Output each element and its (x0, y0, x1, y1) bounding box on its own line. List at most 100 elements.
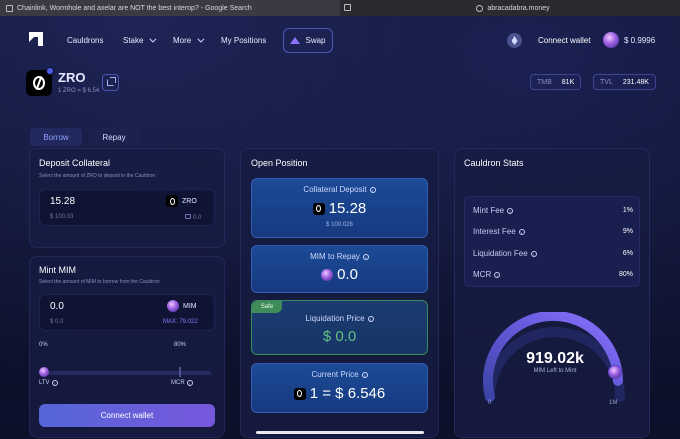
swap-button[interactable]: Swap (283, 28, 333, 53)
info-icon[interactable]: i (362, 253, 369, 260)
balance-value: 0.0 (193, 215, 202, 221)
token-symbol: ZRO (182, 197, 197, 205)
tmb-pill: TMB 81K (530, 74, 582, 90)
stat-label: Interest Fee (473, 227, 516, 236)
connect-wallet-button[interactable]: Connect wallet (39, 404, 215, 427)
chevron-down-icon (197, 35, 205, 43)
stat-row-mcr: MCR i 80% (473, 270, 633, 279)
ltv-slider-handle[interactable] (39, 367, 49, 377)
tab-borrow[interactable]: Borrow (30, 128, 82, 146)
token-symbol: MIM (183, 302, 197, 310)
stats-table: Mint Fee i 1% Interest Fee i 9% Liquidation … (464, 196, 640, 287)
nav-stake[interactable]: Stake (123, 35, 157, 45)
token-rate: 1 ZRO = $ 6.54 (58, 88, 100, 94)
browser-tab-abracadabra[interactable]: abracadabra.money (340, 0, 680, 16)
nav-more[interactable]: More (173, 35, 205, 45)
tmb-label: TMB (537, 78, 552, 86)
max-button[interactable]: MAX: 79.022 (163, 319, 198, 325)
page-icon (344, 4, 351, 11)
current-price-value: 1 = $ 6.546 (252, 385, 427, 402)
value-text: 0.0 (337, 266, 358, 283)
deposit-token-chip: ZRO (166, 195, 197, 207)
app: Cauldrons Stake More My Positions Swap C… (0, 16, 680, 439)
wallet-icon (185, 214, 191, 219)
info-icon[interactable]: i (369, 186, 376, 193)
current-price-label: Current Price i (252, 370, 427, 379)
zro-token-icon (166, 195, 178, 207)
safe-badge: Safe (252, 301, 282, 313)
nav-my-positions[interactable]: My Positions (221, 36, 266, 45)
stat-value: 80% (618, 271, 633, 278)
abracadabra-logo-icon[interactable] (27, 30, 45, 48)
mint-amount-input[interactable]: 0.0 (50, 301, 64, 312)
mim-token-icon (603, 32, 619, 48)
deposit-wallet-balance: 0.0 (185, 214, 201, 221)
browser-tab-title: abracadabra.money (487, 4, 550, 12)
nav-label: More (173, 36, 192, 45)
deposit-usd-value: $ 100.03 (50, 214, 74, 220)
info-icon[interactable]: i (51, 380, 58, 386)
info-icon[interactable]: i (507, 207, 514, 214)
mim-price: $ 0.9996 (624, 36, 656, 45)
current-price-card: Current Price i 1 = $ 6.546 (251, 363, 428, 413)
info-icon[interactable]: i (518, 228, 525, 235)
deposit-amount-input[interactable]: 15.28 (50, 196, 75, 207)
ethereum-network-icon[interactable] (507, 33, 522, 48)
deposit-subtitle: Select the amount of ZRO to deposit in t… (39, 173, 156, 179)
ltv-label: LTV i (39, 380, 58, 386)
browser-tab-strip: Chainlink, Wormhole and axelar are NOT t… (0, 0, 680, 16)
stat-label: Mint Fee (473, 206, 505, 215)
ltv-slider-track[interactable] (41, 371, 211, 375)
cauldron-stats-title: Cauldron Stats (464, 158, 524, 168)
home-indicator (256, 431, 424, 434)
mim-repay-label: MIM to Repay i (252, 252, 427, 261)
label-text: Current Price (311, 370, 359, 379)
info-icon[interactable]: i (494, 271, 501, 278)
nav-label: My Positions (221, 36, 267, 45)
swap-icon (290, 37, 301, 44)
label-text: Collateral Deposit (303, 185, 367, 194)
stat-row-liquidation-fee: Liquidation Fee i 6% (473, 249, 633, 258)
stat-value: 1% (622, 207, 633, 214)
mcr-marker (179, 367, 181, 377)
browser-tab-title: Chainlink, Wormhole and axelar are NOT t… (17, 4, 252, 12)
gauge-value: 919.02k (526, 350, 584, 367)
value-text: 1 = $ 6.546 (309, 385, 386, 402)
mint-usd-value: $ 0.0 (50, 319, 64, 325)
stat-label: Liquidation Fee (473, 249, 528, 258)
label-text: MIM to Repay (310, 252, 360, 261)
info-icon[interactable]: i (367, 315, 374, 322)
info-icon[interactable]: i (530, 250, 537, 257)
mim-token-icon (167, 300, 179, 312)
network-badge-icon (46, 67, 54, 75)
mint-title: Mint MIM (39, 265, 76, 275)
chevron-down-icon (149, 35, 157, 43)
mim-to-repay-card: MIM to Repay i 0.0 (251, 245, 428, 293)
tab-repay[interactable]: Repay (88, 128, 140, 146)
liquidation-value: $ 0.0 (322, 328, 357, 345)
external-link-button[interactable] (102, 74, 119, 91)
tmb-value: 81K (561, 78, 575, 86)
google-favicon-icon (6, 4, 13, 12)
value-text: 15.28 (328, 200, 367, 217)
nav-cauldrons[interactable]: Cauldrons (67, 36, 103, 45)
collateral-value: 15.28 (252, 200, 427, 217)
gauge-min-label: 0 (488, 400, 492, 406)
swap-label: Swap (305, 36, 326, 45)
ltv-min-label: 0% (39, 342, 48, 348)
liquidation-label: Liquidation Price i (252, 314, 427, 323)
zro-token-icon (293, 387, 306, 400)
liquidation-price-card: Safe Liquidation Price i $ 0.0 (251, 300, 428, 355)
abracadabra-favicon-icon (476, 4, 484, 12)
mint-token-chip: MIM (167, 300, 197, 312)
connect-wallet-link[interactable]: Connect wallet (538, 36, 590, 45)
info-icon[interactable]: i (186, 380, 193, 386)
info-icon[interactable]: i (361, 371, 368, 378)
ltv-mark-label: 80% (174, 342, 187, 348)
external-link-icon (107, 77, 116, 86)
collateral-usd: $ 100.028 (326, 222, 353, 228)
mint-subtitle: Select the amount of MIM to borrow from … (39, 279, 160, 285)
nav-label: Stake (123, 36, 144, 45)
browser-tab-google[interactable]: Chainlink, Wormhole and axelar are NOT t… (0, 0, 340, 16)
mim-token-icon (321, 268, 334, 281)
